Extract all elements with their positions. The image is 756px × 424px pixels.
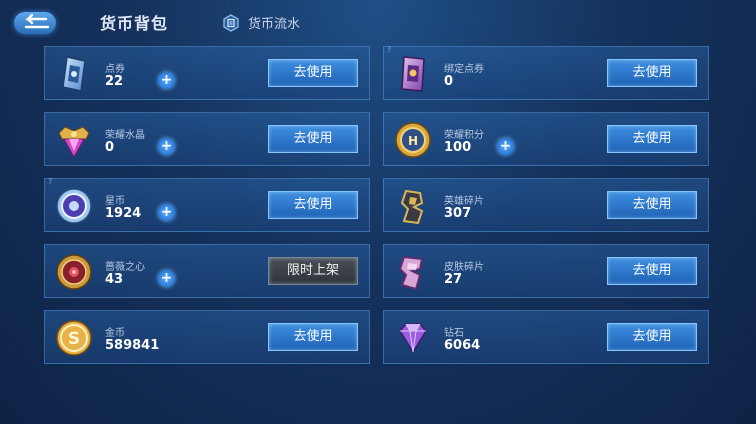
skin-fragment-icon xyxy=(398,255,424,291)
currency-card-skin-fragment: 皮肤碎片 27 去使用 xyxy=(383,244,709,298)
help-icon[interactable]: ? xyxy=(387,45,391,54)
ledger-icon xyxy=(223,13,239,32)
currency-card-glory-points: H 荣耀积分 100 + 去使用 xyxy=(383,112,709,166)
diamond-icon xyxy=(399,323,427,354)
glory-crystal-icon xyxy=(58,126,90,159)
rose-heart-coin-icon xyxy=(56,254,92,290)
currency-amount: 1924 xyxy=(105,206,142,221)
add-glory-points-button[interactable]: + xyxy=(497,138,514,155)
currency-name: 荣耀水晶 xyxy=(105,130,145,141)
currency-card-bound-coupon: ? 绑定点券 0 去使用 xyxy=(383,45,709,100)
currency-flow-link[interactable]: 货币流水 xyxy=(222,13,300,32)
use-gold-coin-button[interactable]: 去使用 xyxy=(268,323,358,351)
currency-card-glory-crystal: 荣耀水晶 0 + 去使用 xyxy=(44,112,370,166)
back-button[interactable] xyxy=(14,12,56,34)
use-star-coin-button[interactable]: 去使用 xyxy=(268,191,358,219)
use-coupon-button[interactable]: 去使用 xyxy=(268,59,358,87)
svg-text:S: S xyxy=(68,329,80,349)
use-bound-coupon-button[interactable]: 去使用 xyxy=(607,59,697,87)
top-bar: 货币背包 货币流水 xyxy=(0,0,756,44)
currency-amount: 100 xyxy=(444,140,472,155)
hero-fragment-icon xyxy=(400,189,424,225)
limited-time-button[interactable]: 限时上架 xyxy=(268,257,358,285)
add-coupon-button[interactable]: + xyxy=(158,72,175,89)
currency-flow-label: 货币流水 xyxy=(248,17,301,32)
currency-amount: 27 xyxy=(444,272,463,287)
svg-text:H: H xyxy=(408,134,418,148)
currency-amount: 6064 xyxy=(444,338,481,353)
page-title: 货币背包 xyxy=(100,14,169,33)
add-glory-crystal-button[interactable]: + xyxy=(158,138,175,155)
currency-amount: 43 xyxy=(105,272,124,287)
currency-amount: 22 xyxy=(105,74,124,89)
use-glory-crystal-button[interactable]: 去使用 xyxy=(268,125,358,153)
use-hero-fragment-button[interactable]: 去使用 xyxy=(607,191,697,219)
currency-card-gold-coin: S 金币 589841 去使用 xyxy=(44,310,370,364)
currency-name: 绑定点券 xyxy=(444,64,484,75)
coupon-card-icon xyxy=(62,56,86,92)
currency-name: 蔷薇之心 xyxy=(105,262,145,273)
currency-card-rose-heart: 蔷薇之心 43 + 限时上架 xyxy=(44,244,370,298)
currency-name: 点券 xyxy=(105,64,125,75)
currency-amount: 0 xyxy=(444,74,454,89)
bound-coupon-card-icon xyxy=(401,56,425,92)
glory-points-coin-icon: H xyxy=(395,122,431,158)
currency-name: 英雄碎片 xyxy=(444,196,484,207)
star-coin-icon xyxy=(56,188,92,224)
currency-name: 钻石 xyxy=(444,328,464,339)
currency-card-diamond: 钻石 6064 去使用 xyxy=(383,310,709,364)
currency-card-coupon: 点券 22 + 去使用 xyxy=(44,46,370,100)
currency-card-hero-fragment: 英雄碎片 307 去使用 xyxy=(383,178,709,232)
currency-amount: 0 xyxy=(105,140,115,155)
currency-card-star-coin: ? 星币 1924 + 去使用 xyxy=(44,177,370,232)
help-icon[interactable]: ? xyxy=(48,177,52,186)
use-skin-fragment-button[interactable]: 去使用 xyxy=(607,257,697,285)
currency-name: 金币 xyxy=(105,328,125,339)
use-diamond-button[interactable]: 去使用 xyxy=(607,323,697,351)
currency-amount: 307 xyxy=(444,206,472,221)
currency-name: 荣耀积分 xyxy=(444,130,484,141)
back-arrow-icon xyxy=(24,13,50,29)
use-glory-points-button[interactable]: 去使用 xyxy=(607,125,697,153)
add-star-coin-button[interactable]: + xyxy=(158,204,175,221)
currency-amount: 589841 xyxy=(105,338,160,353)
gold-coin-icon: S xyxy=(56,320,92,356)
currency-name: 星币 xyxy=(105,196,125,207)
currency-name: 皮肤碎片 xyxy=(444,262,484,273)
add-rose-heart-button[interactable]: + xyxy=(158,270,175,287)
